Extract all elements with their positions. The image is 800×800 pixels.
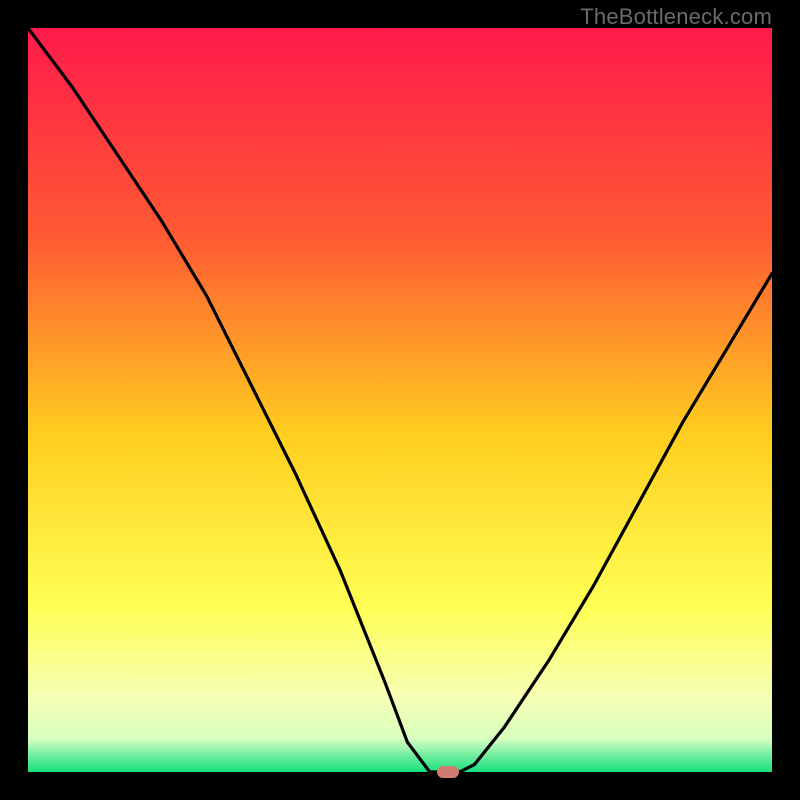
optimal-marker	[437, 766, 459, 778]
watermark-text: TheBottleneck.com	[580, 4, 772, 30]
chart-container: TheBottleneck.com	[0, 0, 800, 800]
plot-area	[28, 28, 772, 772]
bottleneck-curve	[28, 28, 772, 772]
